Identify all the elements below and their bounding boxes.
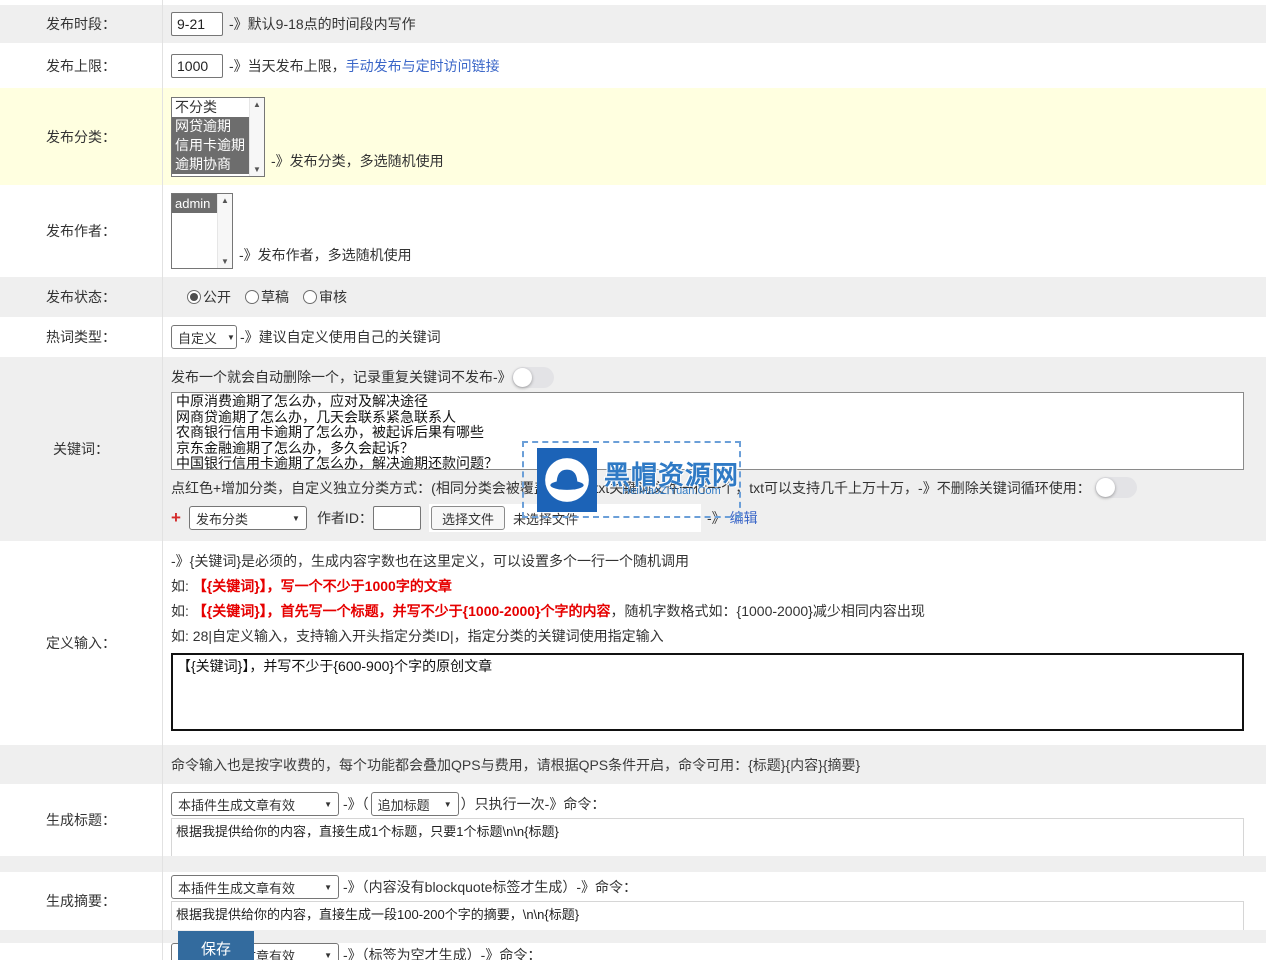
keywords-auto-delete-text: 发布一个就会自动删除一个，记录重复关键词不发布-》 [171,367,512,387]
multiselect-scrollbar[interactable]: ▲ ▼ [217,194,232,268]
category-option[interactable]: 网贷逾期 [172,117,249,136]
category-option[interactable]: 信用卡逾期 [172,136,249,155]
chevron-down-icon: ▼ [227,333,235,342]
author-id-input[interactable] [373,506,421,530]
publish-limit-input[interactable] [171,54,223,78]
multiselect-scrollbar[interactable]: ▲ ▼ [249,98,264,176]
row-command-note: 命令输入也是按字收费的，每个功能都会叠加QPS与费用，请根据QPS条件开启，命令… [0,745,1266,784]
chevron-down-icon: ▼ [444,800,452,809]
keyword-loop-toggle[interactable] [1095,477,1137,498]
heimao-logo-icon [537,448,597,512]
summary-mode-select[interactable]: 本插件生成文章有效 ▼ [171,875,339,899]
publish-time-input[interactable] [171,12,223,36]
define-input-example-3: 如: 28|自定义输入，支持输入开头指定分类ID|，指定分类的关键词使用指定输入 [171,628,1266,644]
chevron-down-icon: ▼ [324,951,332,960]
define-input-note: -》{关键词}是必须的，生成内容字数也在这里定义，可以设置多个一行一个随机调用 [171,553,1266,569]
row-separator [0,856,1266,872]
generate-title-command-textarea[interactable]: 根据我提供给你的内容，直接生成1个标题，只要1个标题\n\n{标题} [171,818,1244,856]
publish-limit-label: 发布上限： [0,43,163,88]
keywords-label: 关键词： [0,357,163,541]
row-publish-author: 发布作者： admin ▲ ▼ -》发布作者，多选随机使用 [0,185,1266,277]
publish-category-label: 发布分类： [0,88,163,185]
publish-status-label: 发布状态： [0,277,163,317]
row-generate-title: 生成标题： 本插件生成文章有效 ▼ -》（ 追加标题 ▼ ）只执行一次-》命令：… [0,784,1266,856]
watermark-subtitle: HeiMaoZiYuan.Com [604,486,739,497]
publish-author-label: 发布作者： [0,185,163,277]
radio-icon[interactable] [245,290,259,304]
generate-summary-label: 生成摘要： [0,872,163,930]
radio-review[interactable]: 审核 [303,287,347,307]
row-publish-time: 发布时段： -》默认9-18点的时间段内写作 [0,5,1266,43]
publish-category-multiselect[interactable]: 不分类 网贷逾期 信用卡逾期 逾期协商 ▲ ▼ [171,97,265,177]
category-option[interactable]: 不分类 [172,98,249,117]
define-input-label: 定义输入： [0,541,163,745]
hot-word-select[interactable]: 自定义 ▼ [171,325,237,349]
radio-draft[interactable]: 草稿 [245,287,289,307]
row-define-input: 定义输入： -》{关键词}是必须的，生成内容字数也在这里定义，可以设置多个一行一… [0,541,1266,745]
hot-word-hint: -》建议自定义使用自己的关键词 [240,327,441,347]
row-publish-status: 发布状态： 公开 草稿 审核 [0,277,1266,317]
manual-publish-link[interactable]: 手动发布与定时访问链接 [346,56,500,76]
keyword-auto-delete-toggle[interactable] [512,367,554,388]
title-append-select[interactable]: 追加标题 ▼ [371,792,459,816]
chevron-down-icon: ▼ [324,800,332,809]
category-option[interactable]: 逾期协商 [172,155,249,174]
publish-category-hint: -》发布分类，多选随机使用 [271,151,444,171]
row-publish-limit: 发布上限： -》当天发布上限， 手动发布与定时访问链接 [0,43,1266,88]
choose-file-button[interactable]: 选择文件 [431,506,505,530]
publish-author-multiselect[interactable]: admin ▲ ▼ [171,193,233,269]
define-input-example-2: 如: 【{关键词}】，首先写一个标题，并写不少于{1000-2000}个字的内容… [171,603,1266,619]
chevron-down-icon: ▼ [324,883,332,892]
radio-icon[interactable] [187,290,201,304]
define-input-textarea[interactable]: 【{关键词}】，并写不少于{600-900}个字的原创文章 [171,653,1244,731]
author-id-label: 作者ID： [317,508,373,528]
scroll-up-icon[interactable]: ▲ [221,196,229,205]
row-generate-summary: 生成摘要： 本插件生成文章有效 ▼ -》（内容没有blockquote标签才生成… [0,872,1266,930]
save-button[interactable]: 保存 [178,931,254,960]
radio-icon[interactable] [303,290,317,304]
row-publish-category: 发布分类： 不分类 网贷逾期 信用卡逾期 逾期协商 ▲ ▼ -》发布分类，多选随… [0,88,1266,185]
publish-time-label: 发布时段： [0,5,163,43]
settings-page: 发布时段： -》默认9-18点的时间段内写作 发布上限： -》当天发布上限， 手… [0,0,1266,960]
add-category-button[interactable]: + [171,508,181,528]
define-input-example-1: 如: 【{关键词}】，写一个不少于1000字的文章 [171,578,1266,594]
chevron-down-icon: ▼ [292,514,300,523]
publish-author-hint: -》发布作者，多选随机使用 [239,245,412,265]
scroll-down-icon[interactable]: ▼ [253,165,261,174]
radio-public[interactable]: 公开 [187,287,231,307]
watermark: 黑帽资源网 HeiMaoZiYuan.Com [522,441,741,518]
publish-time-hint: -》默认9-18点的时间段内写作 [229,14,416,34]
keyword-category-select[interactable]: 发布分类 ▼ [189,506,307,530]
generate-title-label: 生成标题： [0,784,163,856]
title-mode-select[interactable]: 本插件生成文章有效 ▼ [171,792,339,816]
author-option[interactable]: admin [172,194,217,213]
hot-word-label: 热词类型： [0,317,163,357]
command-note-text: 命令输入也是按字收费的，每个功能都会叠加QPS与费用，请根据QPS条件开启，命令… [171,755,860,775]
publish-limit-hint: -》当天发布上限， [229,56,346,76]
row-hot-word-type: 热词类型： 自定义 ▼ -》建议自定义使用自己的关键词 [0,317,1266,357]
hat-icon [542,455,592,505]
scroll-down-icon[interactable]: ▼ [221,257,229,266]
generate-summary-command-textarea[interactable]: 根据我提供给你的内容，直接生成一段100-200个字的摘要，\n\n{标题} [171,901,1244,930]
scroll-up-icon[interactable]: ▲ [253,100,261,109]
